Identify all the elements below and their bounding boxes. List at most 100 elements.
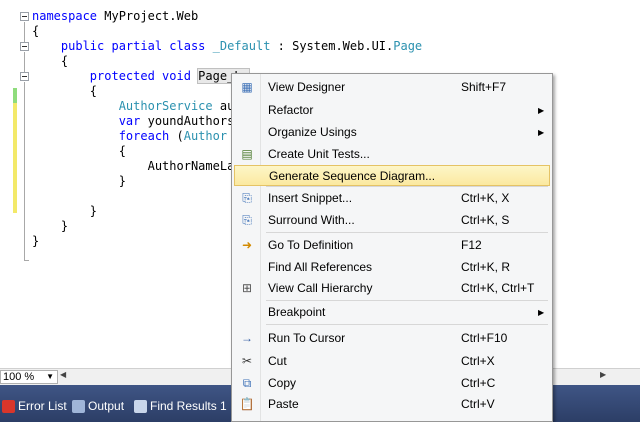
menu-item-surround-with[interactable]: ⎘ Surround With... Ctrl+K, S [234, 210, 550, 231]
menu-item-label: Paste [268, 397, 299, 411]
menu-item-breakpoint[interactable]: Breakpoint ▶ [234, 302, 550, 323]
menu-item-shortcut: Shift+F7 [461, 80, 507, 94]
menu-item-label: Go To Definition [268, 238, 354, 252]
code-token: } [32, 234, 40, 248]
code-line: AuthorNameLab [32, 159, 242, 174]
menu-item-refactor[interactable]: Refactor ▶ [234, 100, 550, 121]
chevron-down-icon[interactable]: ▼ [46, 371, 54, 383]
menu-item-label: Cut [268, 354, 287, 368]
menu-item-shortcut: Ctrl+X [461, 354, 495, 368]
code-line: } [32, 204, 97, 219]
menu-item-label: Breakpoint [268, 305, 326, 319]
code-line: } [32, 234, 39, 249]
code-line: } [32, 174, 126, 189]
code-token: { [32, 144, 126, 158]
code-line: protected void Page_Lo [32, 68, 250, 84]
menu-item-label: Run To Cursor [268, 331, 346, 345]
run-to-cursor-icon: → [241, 331, 253, 345]
change-bar-saved [13, 88, 17, 103]
code-line: { [32, 84, 97, 99]
code-line: foreach (Author y [32, 129, 242, 144]
menu-item-go-to-definition[interactable]: ➜ Go To Definition F12 [234, 235, 550, 256]
menu-item-label: Copy [268, 376, 297, 390]
context-menu: ▦ View Designer Shift+F7 Refactor ▶ Organize … [231, 73, 553, 422]
menu-item-create-unit-tests[interactable]: ▤ Create Unit Tests... [234, 144, 550, 165]
code-line: { [32, 144, 126, 159]
menu-item-shortcut: Ctrl+C [461, 376, 496, 390]
scroll-right-icon[interactable]: ▶ [600, 370, 606, 379]
menu-item-paste[interactable]: 📋 Paste Ctrl+V [234, 394, 550, 415]
code-token: AuthorNameLab [32, 159, 242, 173]
menu-item-shortcut: F12 [461, 238, 482, 252]
call-hierarchy-icon: ⊞ [241, 281, 253, 295]
submenu-arrow-icon: ▶ [538, 106, 545, 115]
menu-separator [266, 300, 548, 301]
menu-separator [266, 324, 548, 325]
menu-item-generate-sequence-diagram[interactable]: Generate Sequence Diagram... [234, 165, 550, 186]
menu-item-copy[interactable]: ⧉ Copy Ctrl+C [234, 373, 550, 394]
menu-item-cut[interactable]: ✂ Cut Ctrl+X [234, 351, 550, 372]
collapse-namespace-icon[interactable] [20, 12, 29, 21]
tab-output[interactable]: Output [72, 397, 124, 415]
scroll-left-icon[interactable]: ◀ [60, 370, 66, 379]
code-token: { [32, 24, 40, 38]
paste-icon: 📋 [239, 397, 255, 411]
output-icon [72, 399, 85, 413]
outline-guide [24, 22, 25, 42]
code-token: public partial class [32, 39, 213, 53]
menu-item-label: Surround With... [268, 213, 355, 227]
outline-guide [24, 52, 25, 72]
insert-snippet-icon: ⎘ [242, 191, 252, 205]
code-token: MyProject.Web [97, 9, 199, 23]
surround-with-icon: ⎘ [242, 213, 252, 227]
menu-item-label: Organize Usings [268, 125, 357, 139]
menu-item-view-call-hierarchy[interactable]: ⊞ View Call Hierarchy Ctrl+K, Ctrl+T [234, 278, 550, 299]
code-token: } [32, 174, 126, 188]
code-line: { [32, 54, 68, 69]
code-token: namespace [32, 9, 98, 23]
menu-item-label: View Call Hierarchy [268, 281, 373, 295]
zoom-combobox[interactable]: 100 % ▼ [0, 370, 58, 384]
menu-item-shortcut: Ctrl+K, R [461, 260, 511, 274]
code-line: namespace MyProject.Web [32, 9, 198, 24]
unit-tests-icon: ▤ [241, 147, 253, 161]
view-designer-icon: ▦ [241, 80, 253, 94]
submenu-arrow-icon: ▶ [538, 308, 545, 317]
code-token: ( [176, 129, 184, 143]
menu-item-label: Refactor [268, 103, 314, 117]
menu-item-label: Insert Snippet... [268, 191, 353, 205]
collapse-class-icon[interactable] [20, 42, 29, 51]
menu-item-label: Find All References [268, 260, 373, 274]
menu-item-insert-snippet[interactable]: ⎘ Insert Snippet... Ctrl+K, X [234, 188, 550, 209]
code-line: AuthorService aut [32, 99, 242, 114]
code-line: } [32, 219, 68, 234]
code-token: AuthorService [118, 99, 213, 113]
collapse-method-icon[interactable] [20, 72, 29, 81]
copy-icon: ⧉ [242, 376, 252, 390]
code-line: var youndAuthors [32, 114, 235, 129]
go-to-definition-icon: ➜ [241, 238, 253, 252]
tab-error-list[interactable]: Error List [2, 397, 67, 415]
code-line: { [32, 24, 39, 39]
outline-guide-end [24, 260, 29, 261]
menu-item-run-to-cursor[interactable]: → Run To Cursor Ctrl+F10 [234, 328, 550, 349]
menu-item-shortcut: Ctrl+K, X [461, 191, 510, 205]
find-results-icon [134, 399, 147, 413]
error-list-icon [2, 399, 15, 413]
tab-find-results[interactable]: Find Results 1 [134, 397, 227, 415]
cut-icon: ✂ [241, 354, 253, 368]
menu-item-shortcut: Ctrl+V [461, 397, 495, 411]
menu-item-find-all-references[interactable]: Find All References Ctrl+K, R [234, 257, 550, 278]
code-token: foreach [32, 129, 177, 143]
submenu-arrow-icon: ▶ [538, 128, 545, 137]
menu-item-organize-usings[interactable]: Organize Usings ▶ [234, 122, 550, 143]
code-token: } [32, 204, 98, 218]
tab-label: Error List [18, 399, 67, 413]
code-token: : System.Web.UI. [270, 39, 394, 53]
code-token: Author [183, 129, 228, 143]
code-token: } [32, 219, 69, 233]
menu-item-view-designer[interactable]: ▦ View Designer Shift+F7 [234, 77, 550, 98]
menu-item-label: Generate Sequence Diagram... [269, 169, 436, 183]
menu-item-shortcut: Ctrl+K, Ctrl+T [461, 281, 535, 295]
